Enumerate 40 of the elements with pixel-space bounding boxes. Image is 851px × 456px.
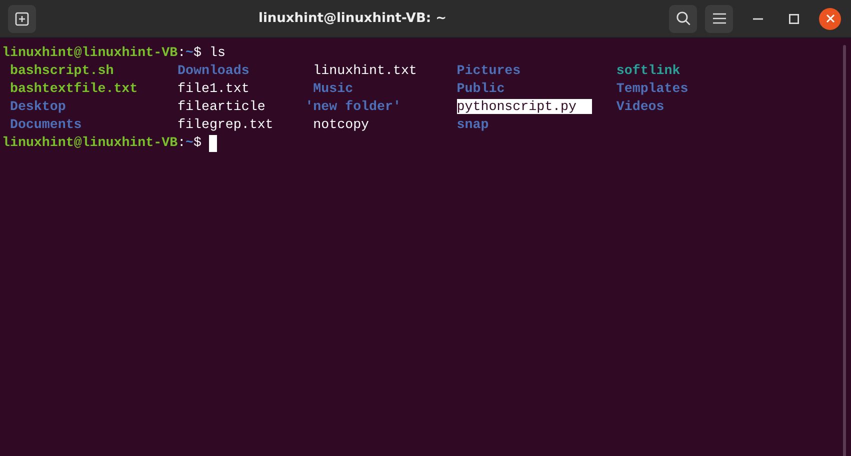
file-name: 'new folder' xyxy=(305,99,401,114)
file-name: softlink xyxy=(616,63,680,78)
file-name: Documents xyxy=(10,117,82,132)
minimize-icon xyxy=(753,18,763,20)
menu-button[interactable] xyxy=(705,4,733,32)
file-name: Videos xyxy=(616,99,664,114)
prompt-path: ~ xyxy=(186,44,194,62)
command-text: ls xyxy=(209,44,226,62)
file-name: bashtextfile.txt xyxy=(10,81,138,96)
maximize-icon xyxy=(789,14,799,24)
file-name: file1.txt xyxy=(178,81,250,96)
prompt-path: ~ xyxy=(186,134,194,152)
file-name: Templates xyxy=(616,81,688,96)
menu-icon xyxy=(712,13,726,24)
file-name: pythonscript.py xyxy=(456,99,592,114)
file-name: linuxhint.txt xyxy=(313,63,417,78)
file-name: Downloads xyxy=(178,63,250,78)
prompt-user-host: linuxhint@linuxhint-VB xyxy=(2,134,178,152)
prompt-separator: : xyxy=(178,44,186,62)
file-name: bashscript.sh xyxy=(10,63,114,78)
prompt-symbol: $ xyxy=(194,44,202,62)
prompt-separator: : xyxy=(178,134,186,152)
file-name: Pictures xyxy=(456,63,521,78)
search-icon xyxy=(676,11,690,26)
prompt-user-host: linuxhint@linuxhint-VB xyxy=(2,44,178,62)
file-name: snap xyxy=(456,117,489,132)
file-name: filearticle xyxy=(178,99,266,114)
close-button[interactable] xyxy=(819,8,841,30)
prompt-symbol: $ xyxy=(194,134,202,152)
file-name: Music xyxy=(313,81,354,96)
new-tab-icon xyxy=(15,12,29,26)
file-name: notcopy xyxy=(313,117,370,132)
new-tab-button[interactable] xyxy=(8,4,36,32)
window-title: linuxhint@linuxhint-VB: ~ xyxy=(257,11,448,26)
file-name: Desktop xyxy=(10,99,66,114)
scrollbar[interactable] xyxy=(843,45,846,456)
file-name: Public xyxy=(456,81,505,96)
search-button[interactable] xyxy=(669,4,697,32)
file-name: filegrep.txt xyxy=(178,117,274,132)
close-icon xyxy=(826,14,834,23)
